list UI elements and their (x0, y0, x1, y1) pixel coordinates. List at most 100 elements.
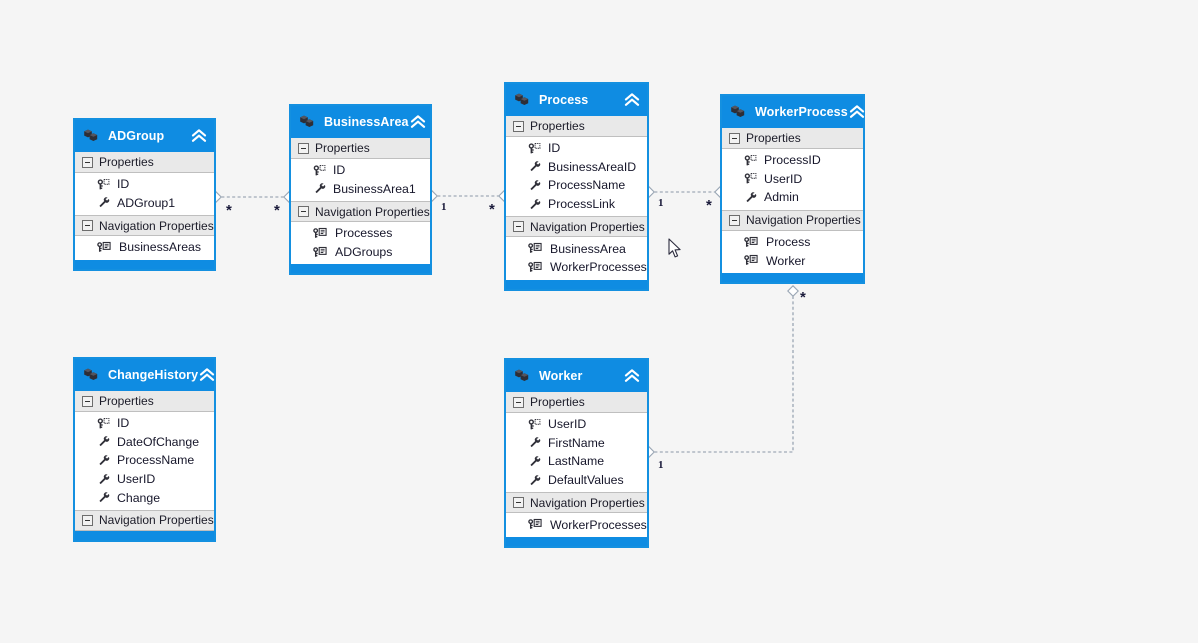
navigation_properties-row[interactable]: Processes (291, 224, 430, 243)
cardinality-from-label: 1 (441, 201, 447, 213)
section-header-navigation_properties[interactable]: Navigation Properties (506, 492, 647, 514)
entity-worker[interactable]: Worker Properties UserID FirstName LastName D… (504, 358, 649, 548)
diagram-canvas[interactable]: * * 1 * 1 * 1 * ADGroup Properties ID ADGroup1 Navi… (0, 0, 1198, 643)
section-header-properties[interactable]: Properties (722, 128, 863, 149)
collapse-box-icon[interactable] (298, 206, 309, 218)
properties-row[interactable]: DefaultValues (506, 471, 647, 490)
entity-header-worker[interactable]: Worker (506, 360, 647, 392)
navigation-property-icon (528, 261, 543, 274)
properties-row[interactable]: Change (75, 488, 214, 507)
properties-row[interactable]: ProcessLink (506, 195, 647, 214)
collapse-box-icon[interactable] (513, 396, 524, 408)
section-header-navigation_properties[interactable]: Navigation Properties (506, 216, 647, 238)
double-chevron-up-icon[interactable] (623, 92, 641, 108)
entity-title: ADGroup (108, 129, 165, 143)
properties-row[interactable]: ID (75, 414, 214, 433)
navigation_properties-label: BusinessAreas (119, 240, 202, 255)
collapse-box-icon[interactable] (82, 156, 93, 168)
entity-businessarea[interactable]: BusinessArea Properties ID BusinessArea1 Nav… (289, 104, 432, 276)
navigation_properties-row[interactable]: Process (722, 233, 863, 252)
double-chevron-up-icon[interactable] (190, 128, 208, 144)
properties-row[interactable]: BusinessArea1 (291, 180, 430, 199)
navigation-property-icon (97, 241, 112, 254)
properties-row[interactable]: UserID (722, 170, 863, 189)
navigation_properties-row[interactable]: WorkerProcesses (506, 258, 647, 277)
properties-list: ID BusinessArea1 (291, 159, 430, 201)
properties-row[interactable]: ID (291, 161, 430, 180)
collapse-box-icon[interactable] (82, 395, 93, 407)
association-endpoint-diamond (787, 285, 799, 297)
collapse-box-icon[interactable] (82, 514, 93, 526)
properties-row[interactable]: ID (506, 139, 647, 158)
double-chevron-up-icon[interactable] (623, 368, 641, 384)
association-line-worker-workerprocess[interactable] (649, 291, 794, 453)
collapse-box-icon[interactable] (513, 497, 524, 509)
properties-row[interactable]: UserID (506, 415, 647, 434)
scalar-property-icon (97, 196, 110, 209)
properties-row[interactable]: ProcessName (75, 451, 214, 470)
section-header-navigation_properties[interactable]: Navigation Properties (75, 215, 214, 237)
properties-row[interactable]: Admin (722, 188, 863, 207)
collapse-box-icon[interactable] (513, 120, 524, 132)
primary-key-icon (744, 172, 757, 185)
navigation-property-icon (744, 254, 759, 267)
entity-icon (513, 368, 531, 384)
entity-adgroup[interactable]: ADGroup Properties ID ADGroup1 Navigation Pr… (73, 118, 216, 271)
entity-header-process[interactable]: Process (506, 84, 647, 116)
entity-changehistory[interactable]: ChangeHistory Properties ID DateOfChange Pro… (73, 357, 216, 542)
double-chevron-up-icon[interactable] (198, 367, 216, 383)
entity-title: ChangeHistory (108, 368, 199, 382)
entity-header-businessarea[interactable]: BusinessArea (291, 106, 430, 138)
navigation_properties-row[interactable]: Worker (722, 251, 863, 270)
entity-title: Worker (539, 369, 583, 383)
section-header-properties[interactable]: Properties (506, 116, 647, 137)
section-header-properties[interactable]: Properties (75, 152, 214, 173)
section-header-properties[interactable]: Properties (291, 138, 430, 159)
entity-footer (75, 530, 214, 540)
navigation_properties-label: Processes (335, 226, 393, 241)
navigation_properties-row[interactable]: WorkerProcesses (506, 515, 647, 534)
properties-list: ID ADGroup1 (75, 173, 214, 215)
navigation-property-icon (744, 236, 759, 249)
entity-body-process: Properties ID BusinessAreaID ProcessName Pro… (506, 116, 647, 280)
entity-header-changehistory[interactable]: ChangeHistory (75, 359, 214, 391)
properties-row[interactable]: ADGroup1 (75, 194, 214, 213)
entity-header-workerprocess[interactable]: WorkerProcess (722, 96, 863, 128)
section-header-navigation_properties[interactable]: Navigation Properties (722, 209, 863, 231)
scalar-property-icon (97, 473, 110, 486)
section-header-properties[interactable]: Properties (506, 392, 647, 413)
entity-process[interactable]: Process Properties ID BusinessAreaID Process… (504, 82, 649, 291)
section-header-properties[interactable]: Properties (75, 391, 214, 412)
properties-row[interactable]: BusinessAreaID (506, 158, 647, 177)
collapse-box-icon[interactable] (729, 132, 740, 144)
properties-label: DefaultValues (548, 473, 624, 488)
properties-row[interactable]: UserID (75, 470, 214, 489)
navigation_properties-row[interactable]: BusinessAreas (75, 238, 214, 257)
entity-workerprocess[interactable]: WorkerProcess Properties ProcessID UserID Ad… (720, 94, 865, 284)
scalar-property-icon (528, 179, 541, 192)
collapse-box-icon[interactable] (82, 220, 93, 232)
properties-row[interactable]: ID (75, 175, 214, 194)
collapse-box-icon[interactable] (513, 221, 524, 233)
scalar-property-icon (528, 160, 541, 173)
section-label: Navigation Properties (746, 213, 861, 228)
collapse-box-icon[interactable] (298, 142, 309, 154)
double-chevron-up-icon[interactable] (409, 114, 427, 130)
properties-label: LastName (548, 454, 605, 469)
entity-header-adgroup[interactable]: ADGroup (75, 120, 214, 152)
section-header-navigation_properties[interactable]: Navigation Properties (291, 201, 430, 223)
collapse-box-icon[interactable] (729, 214, 740, 226)
properties-row[interactable]: DateOfChange (75, 433, 214, 452)
navigation_properties-row[interactable]: ADGroups (291, 243, 430, 262)
properties-row[interactable]: ProcessName (506, 176, 647, 195)
double-chevron-up-icon[interactable] (848, 104, 866, 120)
section-header-navigation_properties[interactable]: Navigation Properties (75, 509, 214, 531)
navigation_properties-label: Worker (766, 253, 806, 268)
scalar-property-icon (528, 198, 541, 211)
properties-row[interactable]: ProcessID (722, 151, 863, 170)
properties-row[interactable]: LastName (506, 452, 647, 471)
properties-row[interactable]: FirstName (506, 434, 647, 453)
navigation_properties-row[interactable]: BusinessArea (506, 239, 647, 258)
entity-title: Process (539, 93, 589, 107)
properties-label: ID (333, 163, 346, 178)
